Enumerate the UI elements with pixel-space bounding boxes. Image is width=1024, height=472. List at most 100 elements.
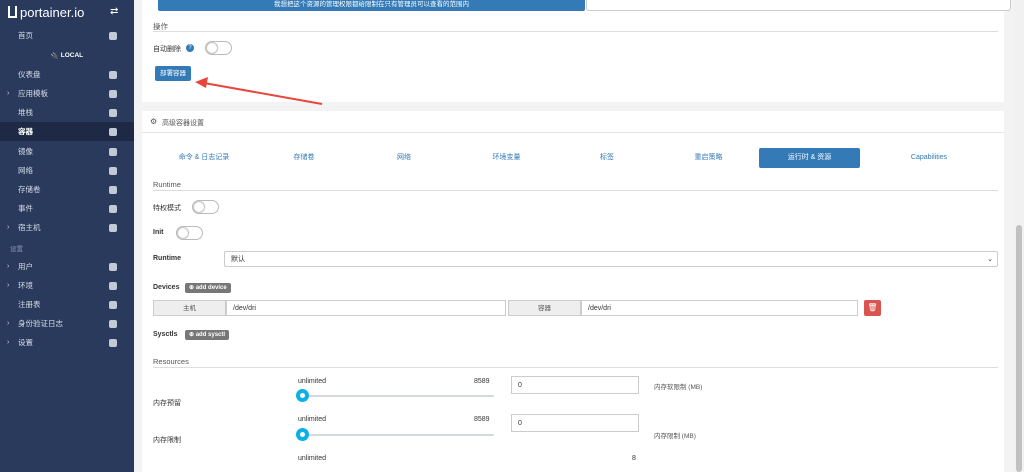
sidebar-item-label: 仪表盘 xyxy=(18,70,41,79)
actions-panel: 我想把这个资源的管理权限都给限制在只有管理员可以查看的范围内 操作 自动删除 ?… xyxy=(142,0,1011,102)
memory-limit-input[interactable]: 0 xyxy=(511,414,639,432)
tab-capabilities[interactable]: Capabilities xyxy=(899,148,959,168)
tab-runtime-resources[interactable]: 运行时 & 资源 xyxy=(759,148,860,168)
sidebar: portainer.io ⇄ 首页 🔌 LOCAL 仪表盘 › 应用模板 堆栈 容… xyxy=(0,0,134,472)
slider-min-text: unlimited xyxy=(298,455,327,462)
runtime-select-value: 默认 xyxy=(231,256,245,263)
runtime-label: Runtime xyxy=(153,255,181,262)
sidebar-item-networks[interactable]: 网络 xyxy=(0,161,134,180)
page-scrollbar-thumb[interactable] xyxy=(1016,225,1022,472)
sidebar-item-host[interactable]: › 宿主机 xyxy=(0,218,134,237)
slider-max-text: 8589 xyxy=(474,416,490,423)
divider xyxy=(153,367,998,368)
sidebar-item-label: 存储卷 xyxy=(18,185,41,194)
slider-min-text: unlimited xyxy=(298,378,327,385)
help-icon[interactable]: ? xyxy=(186,44,194,52)
memory-limit-slider-handle[interactable] xyxy=(296,428,309,441)
chevron-right-icon: › xyxy=(7,224,10,231)
portainer-logo-icon xyxy=(8,6,17,18)
divider xyxy=(153,31,998,32)
tab-restart-policy[interactable]: 重启策略 xyxy=(686,148,731,168)
clone-icon xyxy=(109,147,117,156)
init-toggle[interactable] xyxy=(176,226,203,240)
sidebar-item-home[interactable]: 首页 xyxy=(0,26,134,45)
devices-label: Devices xyxy=(153,284,180,291)
sidebar-item-stacks[interactable]: 堆栈 xyxy=(0,103,134,122)
container-device-input[interactable]: /dev/dri xyxy=(581,300,858,316)
auto-remove-toggle[interactable] xyxy=(205,41,232,55)
sidebar-item-registries[interactable]: 注册表 xyxy=(0,295,134,314)
sidebar-item-label: 身份验证日志 xyxy=(18,319,63,328)
chevron-right-icon: › xyxy=(7,90,10,97)
add-device-button[interactable]: ⊕ add device xyxy=(185,283,231,293)
sidebar-item-label: 用户 xyxy=(18,262,33,271)
add-sysctl-button[interactable]: ⊕ add sysctl xyxy=(185,330,230,340)
cogs-icon xyxy=(109,338,117,347)
memory-reservation-slider-track[interactable] xyxy=(302,395,494,397)
cubes-icon xyxy=(109,127,117,136)
settings-heading: 设置 xyxy=(10,245,23,253)
runtime-select[interactable]: 默认 ⌄ xyxy=(224,251,998,267)
tab-env[interactable]: 环境变量 xyxy=(484,148,529,168)
sidebar-toggle-icon[interactable]: ⇄ xyxy=(110,6,118,17)
advanced-settings-title: 高级容器设置 xyxy=(162,120,204,127)
sidebar-item-auth-logs[interactable]: › 身份验证日志 xyxy=(0,314,134,333)
tab-volumes[interactable]: 存储卷 xyxy=(284,148,324,168)
sidebar-item-users[interactable]: › 用户 xyxy=(0,257,134,276)
sidebar-item-label: 容器 xyxy=(18,127,33,136)
slider-max-text: 8589 xyxy=(474,378,490,385)
portainer-logo[interactable]: portainer.io xyxy=(8,4,84,20)
memory-reservation-input[interactable]: 0 xyxy=(511,376,639,394)
tab-labels[interactable]: 标签 xyxy=(592,148,622,168)
chevron-right-icon: › xyxy=(7,339,10,346)
trash-icon: 🗑 xyxy=(867,303,878,312)
history-icon xyxy=(109,204,117,213)
auto-remove-label: 自动删除 xyxy=(153,46,181,53)
sidebar-item-label: 事件 xyxy=(18,204,33,213)
gear-icon: ⚙ xyxy=(150,117,158,126)
host-device-input[interactable]: /dev/dri xyxy=(226,300,506,316)
brand-name: portainer.io xyxy=(20,4,85,20)
tab-network[interactable]: 网络 xyxy=(389,148,419,168)
memory-limit-slider-track[interactable] xyxy=(302,434,494,436)
sidebar-item-events[interactable]: 事件 xyxy=(0,199,134,218)
sidebar-item-label: 注册表 xyxy=(18,300,41,309)
divider xyxy=(153,190,998,191)
sidebar-item-settings[interactable]: › 设置 xyxy=(0,333,134,352)
tab-command-logging[interactable]: 命令 & 日志记录 xyxy=(170,148,238,168)
main-content: 我想把这个资源的管理权限都给限制在只有管理员可以查看的范围内 操作 自动删除 ?… xyxy=(134,0,1014,472)
privileged-mode-toggle[interactable] xyxy=(192,200,219,214)
host-addon: 主机 xyxy=(153,300,226,316)
sidebar-item-environments[interactable]: › 环境 xyxy=(0,276,134,295)
hdd-icon xyxy=(109,185,117,194)
sidebar-item-label: 设置 xyxy=(18,338,33,347)
access-select[interactable] xyxy=(586,0,1011,11)
access-control-banner[interactable]: 我想把这个资源的管理权限都给限制在只有管理员可以查看的范围内 xyxy=(158,0,585,11)
sidebar-item-images[interactable]: 镜像 xyxy=(0,142,134,161)
resources-section-title: Resources xyxy=(153,357,189,366)
sidebar-item-label: 应用模板 xyxy=(18,89,48,98)
sidebar-item-dashboard[interactable]: 仪表盘 xyxy=(0,65,134,84)
sidebar-item-volumes[interactable]: 存储卷 xyxy=(0,180,134,199)
chevron-down-icon: ⌄ xyxy=(987,256,993,263)
sitemap-icon xyxy=(109,166,117,175)
chevron-right-icon: › xyxy=(7,282,10,289)
remove-device-button[interactable]: 🗑 xyxy=(864,300,881,316)
plus-circle-icon: ⊕ xyxy=(189,285,196,291)
memory-reservation-slider-handle[interactable] xyxy=(296,389,309,402)
memory-limit-label: 内存限制 xyxy=(153,437,181,444)
chevron-right-icon: › xyxy=(7,263,10,270)
rocket-icon xyxy=(109,89,117,98)
privileged-mode-label: 特权模式 xyxy=(153,205,181,212)
plug-icon xyxy=(109,281,117,290)
sidebar-item-label: 镜像 xyxy=(18,147,33,156)
deploy-container-button[interactable]: 部署容器 xyxy=(155,66,191,81)
memory-reservation-label: 内存预留 xyxy=(153,400,181,407)
sidebar-item-app-templates[interactable]: › 应用模板 xyxy=(0,84,134,103)
sidebar-item-containers[interactable]: 容器 xyxy=(0,122,134,141)
sidebar-item-label: 宿主机 xyxy=(18,223,41,232)
sidebar-item-label: 网络 xyxy=(18,166,33,175)
th-icon xyxy=(109,223,117,232)
tachometer-icon xyxy=(109,70,117,79)
environment-name: 🔌 LOCAL xyxy=(50,52,84,60)
